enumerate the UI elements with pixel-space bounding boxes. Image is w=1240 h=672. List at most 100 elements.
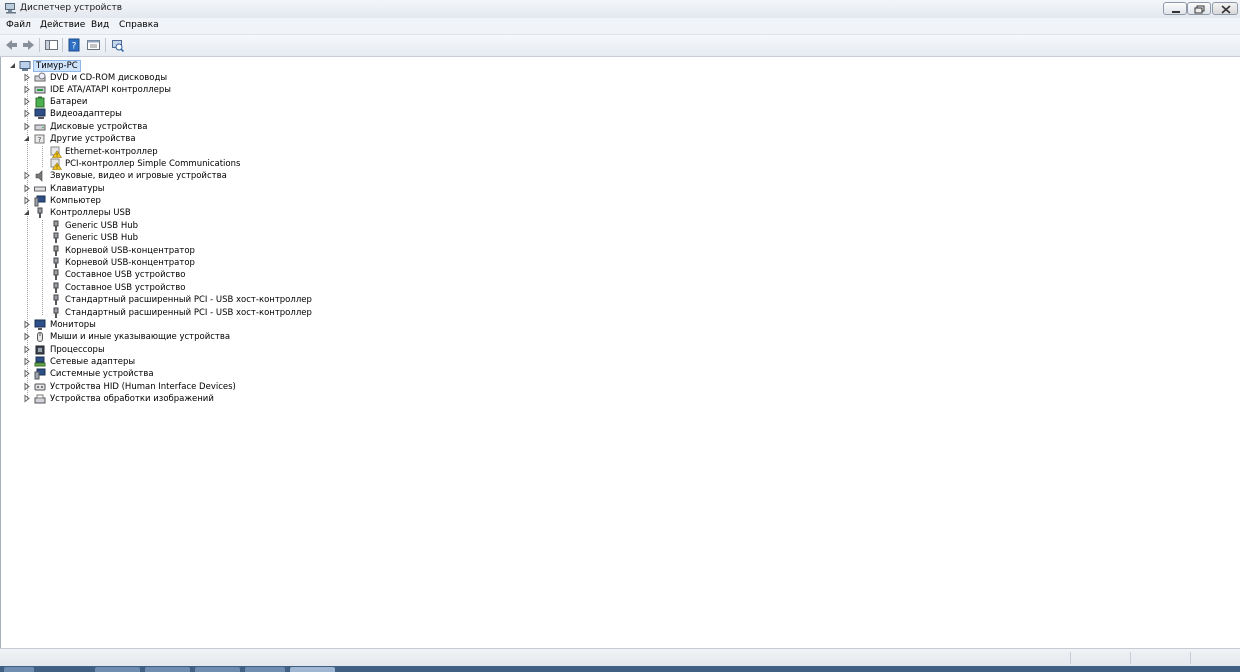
- expand-arrow-icon[interactable]: [23, 369, 31, 378]
- tree-item-imaging[interactable]: Устройства обработки изображений: [23, 393, 243, 405]
- device-pci-simple-comm[interactable]: ! PCI-контроллер Simple Communications: [50, 158, 250, 170]
- taskbar-item-active[interactable]: [290, 667, 335, 672]
- expand-arrow-icon[interactable]: [23, 109, 31, 118]
- expand-arrow-icon[interactable]: [23, 196, 31, 205]
- toolbar: ?: [0, 35, 1240, 57]
- expand-arrow-icon[interactable]: [23, 171, 31, 180]
- tree-item-monitors[interactable]: Мониторы: [23, 319, 203, 331]
- expand-arrow-icon[interactable]: [23, 345, 31, 354]
- toolbar-separator: [105, 38, 106, 52]
- expand-arrow-icon[interactable]: [23, 73, 31, 82]
- usb-device[interactable]: Generic USB Hub: [50, 220, 190, 232]
- usb-device[interactable]: Корневой USB-концентратор: [50, 257, 210, 269]
- device-label: PCI-контроллер Simple Communications: [65, 159, 241, 169]
- tree-item-usb-controllers[interactable]: Контроллеры USB: [23, 207, 203, 219]
- tree-item-mice[interactable]: Мыши и иные указывающие устройства: [23, 331, 230, 343]
- tree-item-label: Устройства HID (Human Interface Devices): [50, 382, 236, 392]
- tree-item-other-devices[interactable]: ? Другие устройства: [23, 133, 203, 145]
- device-label: Составное USB устройство: [65, 283, 186, 293]
- show-hide-console-tree-icon[interactable]: [44, 38, 59, 52]
- expand-arrow-icon[interactable]: [23, 382, 31, 391]
- close-button[interactable]: [1212, 2, 1238, 15]
- tree-item-label: Компьютер: [50, 196, 101, 206]
- expand-arrow-icon[interactable]: [23, 97, 31, 106]
- taskbar: [0, 666, 1240, 672]
- usb-device[interactable]: Стандартный расширенный PCI - USB хост-к…: [50, 294, 312, 306]
- expand-arrow-icon[interactable]: [23, 184, 31, 193]
- usb-device[interactable]: Generic USB Hub: [50, 232, 190, 244]
- tree-item-dvd[interactable]: DVD и CD-ROM дисководы: [23, 72, 203, 84]
- tree-item-network[interactable]: Сетевые адаптеры: [23, 356, 203, 368]
- usb-device[interactable]: Корневой USB-концентратор: [50, 245, 210, 257]
- menu-help[interactable]: Справка: [119, 20, 159, 30]
- tree-item-label: Клавиатуры: [50, 184, 105, 194]
- usb-device[interactable]: Составное USB устройство: [50, 282, 210, 294]
- svg-text:?: ?: [38, 136, 42, 144]
- usb-plug-icon: [53, 232, 59, 243]
- tree-item-system[interactable]: Системные устройства: [23, 368, 203, 380]
- toolbar-separator: [62, 38, 63, 52]
- restore-icon: [1194, 5, 1205, 14]
- forward-arrow-icon[interactable]: [21, 38, 36, 52]
- tree-root[interactable]: Тимур-PC: [9, 60, 89, 72]
- tree-item-computer[interactable]: Компьютер: [23, 195, 203, 207]
- device-label: Ethernet-контроллер: [65, 147, 158, 157]
- toolbar-separator: [39, 38, 40, 52]
- tree-item-label: Сетевые адаптеры: [50, 357, 136, 367]
- status-cell: [1070, 652, 1131, 664]
- collapse-arrow-icon[interactable]: [23, 134, 31, 143]
- collapse-arrow-icon[interactable]: [9, 61, 17, 70]
- minimize-button[interactable]: [1163, 2, 1187, 15]
- taskbar-item[interactable]: [95, 667, 140, 672]
- device-label: Generic USB Hub: [65, 233, 138, 243]
- root-label: Тимур-PC: [33, 60, 81, 72]
- expand-arrow-icon[interactable]: [23, 357, 31, 366]
- keyboard-icon: [34, 186, 46, 192]
- help-icon[interactable]: ?: [67, 38, 82, 52]
- back-arrow-icon[interactable]: [4, 38, 19, 52]
- dvd-drive-icon: [34, 72, 46, 82]
- menu-file[interactable]: Файл: [6, 20, 31, 30]
- taskbar-item[interactable]: [195, 667, 240, 672]
- tree-item-keyboards[interactable]: Клавиатуры: [23, 183, 203, 195]
- svg-text:?: ?: [72, 42, 77, 52]
- tree-item-label: Другие устройства: [50, 134, 136, 144]
- tree-item-batteries[interactable]: Батареи: [23, 96, 203, 108]
- expand-arrow-icon[interactable]: [23, 320, 31, 329]
- menu-view[interactable]: Вид: [91, 20, 109, 30]
- taskbar-item[interactable]: [145, 667, 190, 672]
- tree-item-display[interactable]: Видеоадаптеры: [23, 108, 203, 120]
- expand-arrow-icon[interactable]: [23, 85, 31, 94]
- unknown-device-icon: ?: [34, 134, 45, 144]
- taskbar-item[interactable]: [245, 667, 285, 672]
- monitor-icon: [34, 319, 46, 330]
- device-manager-app-icon: [5, 3, 16, 14]
- scan-hardware-icon[interactable]: [110, 38, 125, 52]
- device-tree: Тимур-PC DVD и CD-ROM дисководы IDE ATA/…: [0, 57, 1239, 648]
- usb-device[interactable]: Стандартный расширенный PCI - USB хост-к…: [50, 307, 312, 319]
- computer-icon: [34, 195, 46, 207]
- expand-arrow-icon[interactable]: [23, 122, 31, 131]
- menu-action[interactable]: Действие: [40, 20, 85, 30]
- tree-item-ide[interactable]: IDE ATA/ATAPI контроллеры: [23, 84, 203, 96]
- usb-device[interactable]: Составное USB устройство: [50, 269, 210, 281]
- tree-item-sound[interactable]: Звуковые, видео и игровые устройства: [23, 170, 227, 182]
- status-cell: [1190, 652, 1237, 664]
- expand-arrow-icon[interactable]: [23, 332, 31, 341]
- usb-plug-icon: [53, 282, 59, 293]
- device-ethernet[interactable]: ! Ethernet-контроллер: [50, 146, 210, 158]
- start-button[interactable]: [4, 667, 34, 672]
- properties-icon[interactable]: [86, 38, 101, 52]
- restore-button[interactable]: [1187, 2, 1211, 15]
- processor-icon: [35, 345, 45, 355]
- tree-item-disks[interactable]: Дисковые устройства: [23, 121, 203, 133]
- device-label: Generic USB Hub: [65, 221, 138, 231]
- device-label: Стандартный расширенный PCI - USB хост-к…: [65, 295, 312, 305]
- close-icon: [1221, 5, 1231, 14]
- status-bar: [0, 648, 1240, 667]
- tree-item-processors[interactable]: Процессоры: [23, 344, 203, 356]
- expand-arrow-icon[interactable]: [23, 394, 31, 403]
- collapse-arrow-icon[interactable]: [23, 208, 31, 217]
- ide-controller-icon: [34, 86, 46, 94]
- tree-item-hid[interactable]: Устройства HID (Human Interface Devices): [23, 381, 243, 393]
